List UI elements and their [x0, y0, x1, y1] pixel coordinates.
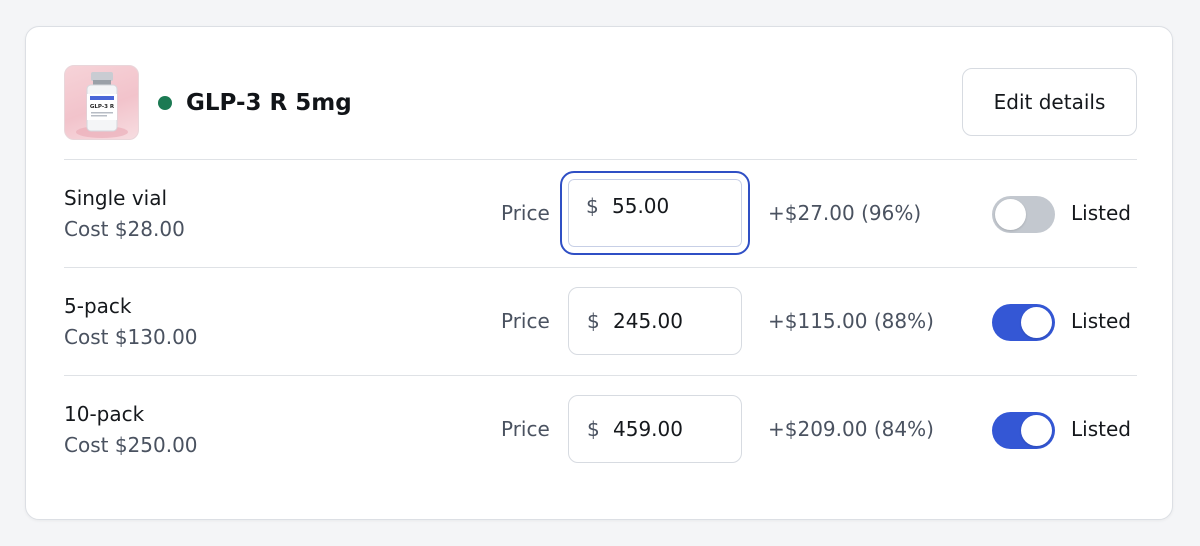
listed-label: Listed: [1071, 417, 1131, 441]
toggle-knob: [995, 199, 1026, 230]
price-field[interactable]: $: [568, 287, 742, 355]
currency-symbol: $: [587, 309, 600, 333]
price-input[interactable]: [612, 192, 732, 220]
price-input[interactable]: [613, 307, 733, 335]
variant-name: 5-pack: [64, 294, 132, 318]
currency-symbol: $: [586, 194, 599, 218]
variant-name: Single vial: [64, 186, 168, 210]
margin-text: +$209.00 (84%): [768, 417, 934, 441]
product-thumbnail: GLP-3 R: [64, 65, 139, 140]
variant-cost: Cost $250.00: [64, 433, 198, 457]
thumbnail-label: GLP-3 R: [90, 104, 115, 110]
edit-details-button[interactable]: Edit details: [962, 68, 1137, 136]
listed-toggle[interactable]: [992, 412, 1055, 449]
variant-cost: Cost $130.00: [64, 325, 198, 349]
price-field[interactable]: $: [560, 171, 750, 255]
product-card: GLP-3 R GLP-3 R 5mg Edit details Single …: [25, 26, 1173, 520]
variant-row-5-pack: 5-pack Cost $130.00 Price $ +$115.00 (88…: [64, 268, 1137, 375]
variant-row-10-pack: 10-pack Cost $250.00 Price $ +$209.00 (8…: [64, 376, 1137, 483]
variant-cost: Cost $28.00: [64, 217, 185, 241]
price-label: Price: [501, 309, 550, 333]
price-label: Price: [501, 201, 550, 225]
listed-label: Listed: [1071, 201, 1131, 225]
margin-text: +$115.00 (88%): [768, 309, 934, 333]
variant-row-single-vial: Single vial Cost $28.00 Price $ +$27.00 …: [64, 160, 1137, 267]
margin-text: +$27.00 (96%): [768, 201, 922, 225]
product-header: GLP-3 R GLP-3 R 5mg Edit details: [64, 64, 1137, 160]
price-field[interactable]: $: [568, 395, 742, 463]
currency-symbol: $: [587, 417, 600, 441]
status-dot: [158, 96, 172, 110]
listed-toggle[interactable]: [992, 304, 1055, 341]
listed-label: Listed: [1071, 309, 1131, 333]
price-input[interactable]: [613, 415, 733, 443]
variant-name: 10-pack: [64, 402, 145, 426]
toggle-knob: [1021, 307, 1052, 338]
product-title: GLP-3 R 5mg: [186, 90, 352, 116]
listed-toggle[interactable]: [992, 196, 1055, 233]
price-label: Price: [501, 417, 550, 441]
vial-icon: GLP-3 R: [76, 72, 128, 138]
toggle-knob: [1021, 415, 1052, 446]
